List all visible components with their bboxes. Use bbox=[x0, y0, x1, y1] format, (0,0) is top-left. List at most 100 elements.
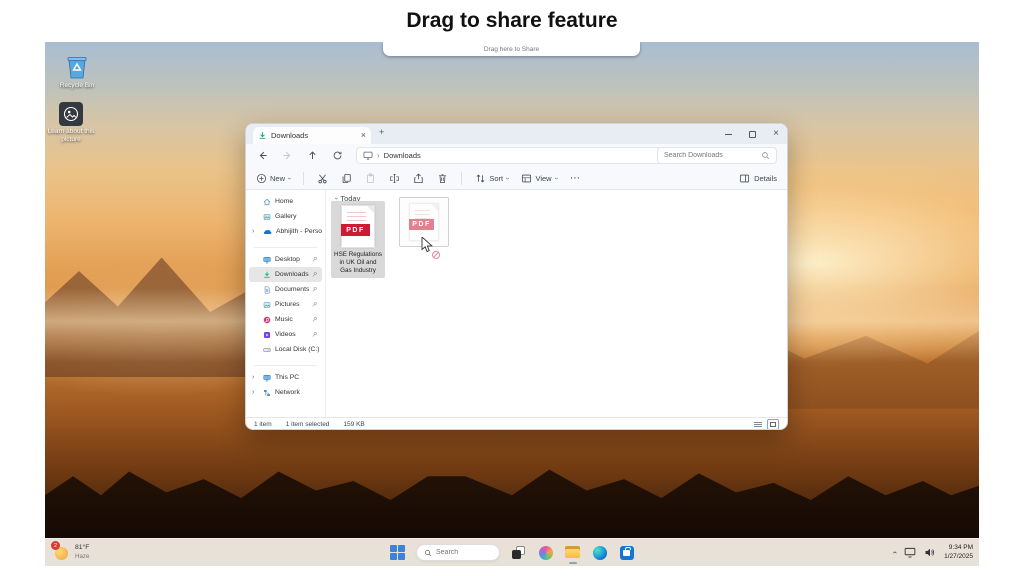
sort-button[interactable]: Sort › bbox=[475, 173, 508, 184]
desktop-icon-label: Learn about this picture bbox=[45, 128, 97, 144]
rename-button[interactable] bbox=[389, 173, 400, 184]
taskbar-search-input[interactable] bbox=[436, 549, 492, 556]
sidebar-item-documents[interactable]: Documents bbox=[249, 282, 322, 297]
drag-to-share-target[interactable]: Drag here to Share bbox=[383, 42, 640, 56]
volume-icon[interactable] bbox=[924, 547, 936, 558]
maximize-button[interactable] bbox=[749, 131, 756, 138]
file-explorer-button[interactable] bbox=[564, 544, 581, 561]
refresh-button[interactable] bbox=[329, 148, 345, 164]
windows-logo-icon bbox=[390, 545, 405, 560]
mouse-cursor-icon bbox=[421, 237, 434, 253]
pictures-icon bbox=[263, 301, 271, 309]
recycle-bin-icon bbox=[65, 54, 89, 80]
sidebar-item-desktop[interactable]: Desktop bbox=[249, 252, 322, 267]
pin-icon bbox=[310, 285, 320, 295]
chevron-down-icon: › bbox=[286, 177, 293, 179]
search-icon bbox=[424, 549, 432, 557]
music-icon bbox=[263, 316, 271, 324]
share-icon bbox=[413, 173, 424, 184]
network-icon bbox=[263, 389, 271, 397]
weather-icon: 2 bbox=[53, 544, 70, 561]
start-button[interactable] bbox=[389, 544, 406, 561]
paste-button[interactable] bbox=[365, 173, 376, 184]
sidebar-item-gallery[interactable]: Gallery bbox=[249, 209, 322, 224]
explorer-nav-bar: › Downloads bbox=[246, 144, 787, 167]
this-pc-icon bbox=[263, 374, 271, 382]
copy-button[interactable] bbox=[341, 173, 352, 184]
up-button[interactable] bbox=[304, 148, 320, 164]
sidebar-item-music[interactable]: Music bbox=[249, 312, 322, 327]
notification-badge: 2 bbox=[51, 541, 60, 550]
minimize-button[interactable] bbox=[725, 134, 732, 135]
sidebar-item-videos[interactable]: Videos bbox=[249, 327, 322, 342]
toolbar-divider bbox=[303, 172, 304, 185]
onedrive-cloud-icon bbox=[263, 228, 272, 235]
forward-button[interactable] bbox=[279, 148, 295, 164]
view-button[interactable]: View › bbox=[521, 173, 556, 184]
address-bar[interactable]: › Downloads bbox=[356, 147, 662, 164]
new-button-label: New bbox=[270, 174, 285, 183]
sidebar-item-this-pc[interactable]: › This PC bbox=[249, 370, 322, 385]
weather-widget[interactable]: 2 81°F Haze bbox=[53, 544, 89, 561]
details-view-toggle[interactable] bbox=[753, 420, 763, 429]
copilot-button[interactable] bbox=[537, 544, 554, 561]
pdf-badge-label: PDF bbox=[346, 227, 365, 234]
desktop-icon-recycle-bin[interactable]: Recycle Bin bbox=[51, 54, 103, 90]
breadcrumb-location: Downloads bbox=[384, 151, 421, 160]
delete-button[interactable] bbox=[437, 173, 448, 184]
network-tray-icon[interactable] bbox=[904, 547, 916, 558]
selection-info: 1 item selected bbox=[286, 421, 330, 428]
new-tab-button[interactable]: + bbox=[379, 128, 384, 137]
active-app-indicator bbox=[569, 562, 577, 564]
downloads-icon bbox=[263, 271, 271, 279]
clock-date: 1/27/2025 bbox=[944, 553, 973, 560]
selection-size: 159 KB bbox=[343, 421, 364, 428]
expand-chevron-icon[interactable]: › bbox=[252, 389, 254, 396]
taskbar-search[interactable] bbox=[416, 544, 500, 561]
close-button[interactable]: × bbox=[773, 129, 779, 139]
expand-chevron-icon[interactable]: › bbox=[252, 228, 254, 235]
explorer-search-input[interactable] bbox=[664, 152, 757, 159]
expand-chevron-icon[interactable]: › bbox=[252, 374, 254, 381]
store-button[interactable] bbox=[618, 544, 635, 561]
edge-icon bbox=[593, 546, 607, 560]
document-icon bbox=[263, 286, 271, 294]
edge-button[interactable] bbox=[591, 544, 608, 561]
details-button[interactable]: Details bbox=[739, 173, 777, 184]
explorer-search[interactable] bbox=[657, 147, 777, 164]
sidebar-separator bbox=[254, 357, 317, 366]
sidebar-item-home[interactable]: Home bbox=[249, 194, 322, 209]
sidebar-item-onedrive[interactable]: › Abhijith - Perso bbox=[249, 224, 322, 239]
sidebar-item-local-disk[interactable]: Local Disk (C:) bbox=[249, 342, 322, 357]
clock[interactable]: 9:34 PM 1/27/2025 bbox=[944, 544, 973, 561]
pin-icon bbox=[310, 315, 320, 325]
cut-button[interactable] bbox=[317, 173, 328, 184]
tab-downloads[interactable]: Downloads × bbox=[253, 127, 371, 144]
pdf-badge-label: PDF bbox=[412, 221, 431, 228]
back-button[interactable] bbox=[254, 148, 270, 164]
desktop-icon-learn-about-picture[interactable]: Learn about this picture bbox=[45, 102, 97, 144]
file-tile-selected[interactable]: PDF HSE Regulations in UK Oil and Gas In… bbox=[331, 201, 385, 278]
chevron-down-icon: › bbox=[504, 177, 511, 179]
thumbnail-view-toggle[interactable] bbox=[767, 419, 779, 430]
page: Drag to share feature Drag here to Share… bbox=[0, 0, 1024, 576]
new-button[interactable]: New › bbox=[256, 173, 290, 184]
tab-close-icon[interactable]: × bbox=[361, 131, 366, 140]
page-fold bbox=[367, 206, 374, 213]
share-button[interactable] bbox=[413, 173, 424, 184]
copy-icon bbox=[341, 173, 352, 184]
file-name: HSE Regulations in UK Oil and Gas Indust… bbox=[333, 251, 383, 275]
sidebar-item-downloads[interactable]: Downloads bbox=[249, 267, 322, 282]
home-icon bbox=[263, 198, 271, 206]
pdf-file-icon: PDF bbox=[341, 205, 375, 248]
page-title: Drag to share feature bbox=[0, 9, 1024, 33]
task-view-button[interactable] bbox=[510, 544, 527, 561]
hidden-icons-chevron-icon[interactable]: › bbox=[890, 551, 899, 554]
sidebar-item-network[interactable]: › Network bbox=[249, 385, 322, 400]
drive-icon bbox=[263, 346, 271, 354]
text-lines bbox=[347, 212, 366, 224]
explorer-status-bar: 1 item 1 item selected 159 KB bbox=[246, 417, 787, 430]
sort-icon bbox=[475, 173, 486, 184]
sidebar-item-pictures[interactable]: Pictures bbox=[249, 297, 322, 312]
more-options-button[interactable]: ⋯ bbox=[570, 173, 581, 184]
